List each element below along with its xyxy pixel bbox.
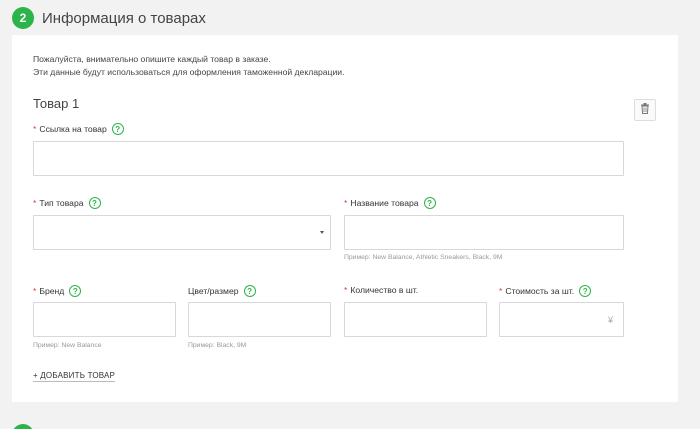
type-label: Тип товара xyxy=(39,198,84,208)
product-link-input[interactable] xyxy=(33,141,624,176)
brand-label: Бренд xyxy=(39,286,65,296)
currency-symbol: ¥ xyxy=(607,314,613,325)
name-hint: Пример: New Balance, Athletic Sneakers, … xyxy=(344,254,503,261)
required-mark: * xyxy=(344,198,348,208)
brand-label-row: * Бренд ? xyxy=(33,285,82,297)
item-title: Товар 1 xyxy=(33,96,80,111)
color-size-input[interactable] xyxy=(188,302,331,337)
quantity-input[interactable] xyxy=(344,302,487,337)
caret-down-icon xyxy=(320,230,324,234)
price-input[interactable]: ¥ xyxy=(499,302,624,337)
quantity-label: Количество в шт. xyxy=(350,285,419,295)
name-label-row: * Название товара ? xyxy=(344,197,436,209)
intro-line-2: Эти данные будут использоваться для офор… xyxy=(33,67,345,77)
required-mark: * xyxy=(33,198,37,208)
color-size-hint: Пример: Black, 9M xyxy=(188,342,247,349)
brand-input[interactable] xyxy=(33,302,176,337)
section-title: Информация о товарах xyxy=(42,9,206,27)
price-label: Стоимость за шт. xyxy=(505,286,575,296)
product-type-select[interactable] xyxy=(33,215,331,250)
link-label-row: * Ссылка на товар ? xyxy=(33,123,124,135)
step-header: 2 Информация о товарах xyxy=(12,6,206,30)
link-label: Ссылка на товар xyxy=(39,124,107,134)
intro-text: Пожалуйста, внимательно опишите каждый т… xyxy=(33,53,344,79)
help-icon[interactable]: ? xyxy=(88,197,101,209)
step-number-badge: 2 xyxy=(12,7,34,29)
price-label-row: * Стоимость за шт. ? xyxy=(499,285,592,297)
type-label-row: * Тип товара ? xyxy=(33,197,101,209)
help-icon[interactable]: ? xyxy=(579,285,592,297)
color-size-label: Цвет/размер xyxy=(188,286,239,296)
help-icon[interactable]: ? xyxy=(111,123,124,135)
add-item-link[interactable]: + ДОБАВИТЬ ТОВАР xyxy=(33,371,116,382)
color-size-label-row: Цвет/размер ? xyxy=(188,285,256,297)
quantity-label-row: * Количество в шт. xyxy=(344,285,418,295)
next-step-badge xyxy=(12,424,34,429)
required-mark: * xyxy=(344,285,348,295)
help-icon[interactable]: ? xyxy=(423,197,436,209)
brand-hint: Пример: New Balance xyxy=(33,342,102,349)
product-info-card: Пожалуйста, внимательно опишите каждый т… xyxy=(12,35,678,402)
help-icon[interactable]: ? xyxy=(243,285,256,297)
intro-line-1: Пожалуйста, внимательно опишите каждый т… xyxy=(33,54,271,64)
delete-item-button[interactable] xyxy=(634,99,656,121)
required-mark: * xyxy=(499,286,503,296)
product-name-input[interactable] xyxy=(344,215,624,250)
required-mark: * xyxy=(33,124,37,134)
trash-icon xyxy=(640,101,650,119)
required-mark: * xyxy=(33,286,37,296)
help-icon[interactable]: ? xyxy=(69,285,82,297)
name-label: Название товара xyxy=(350,198,419,208)
